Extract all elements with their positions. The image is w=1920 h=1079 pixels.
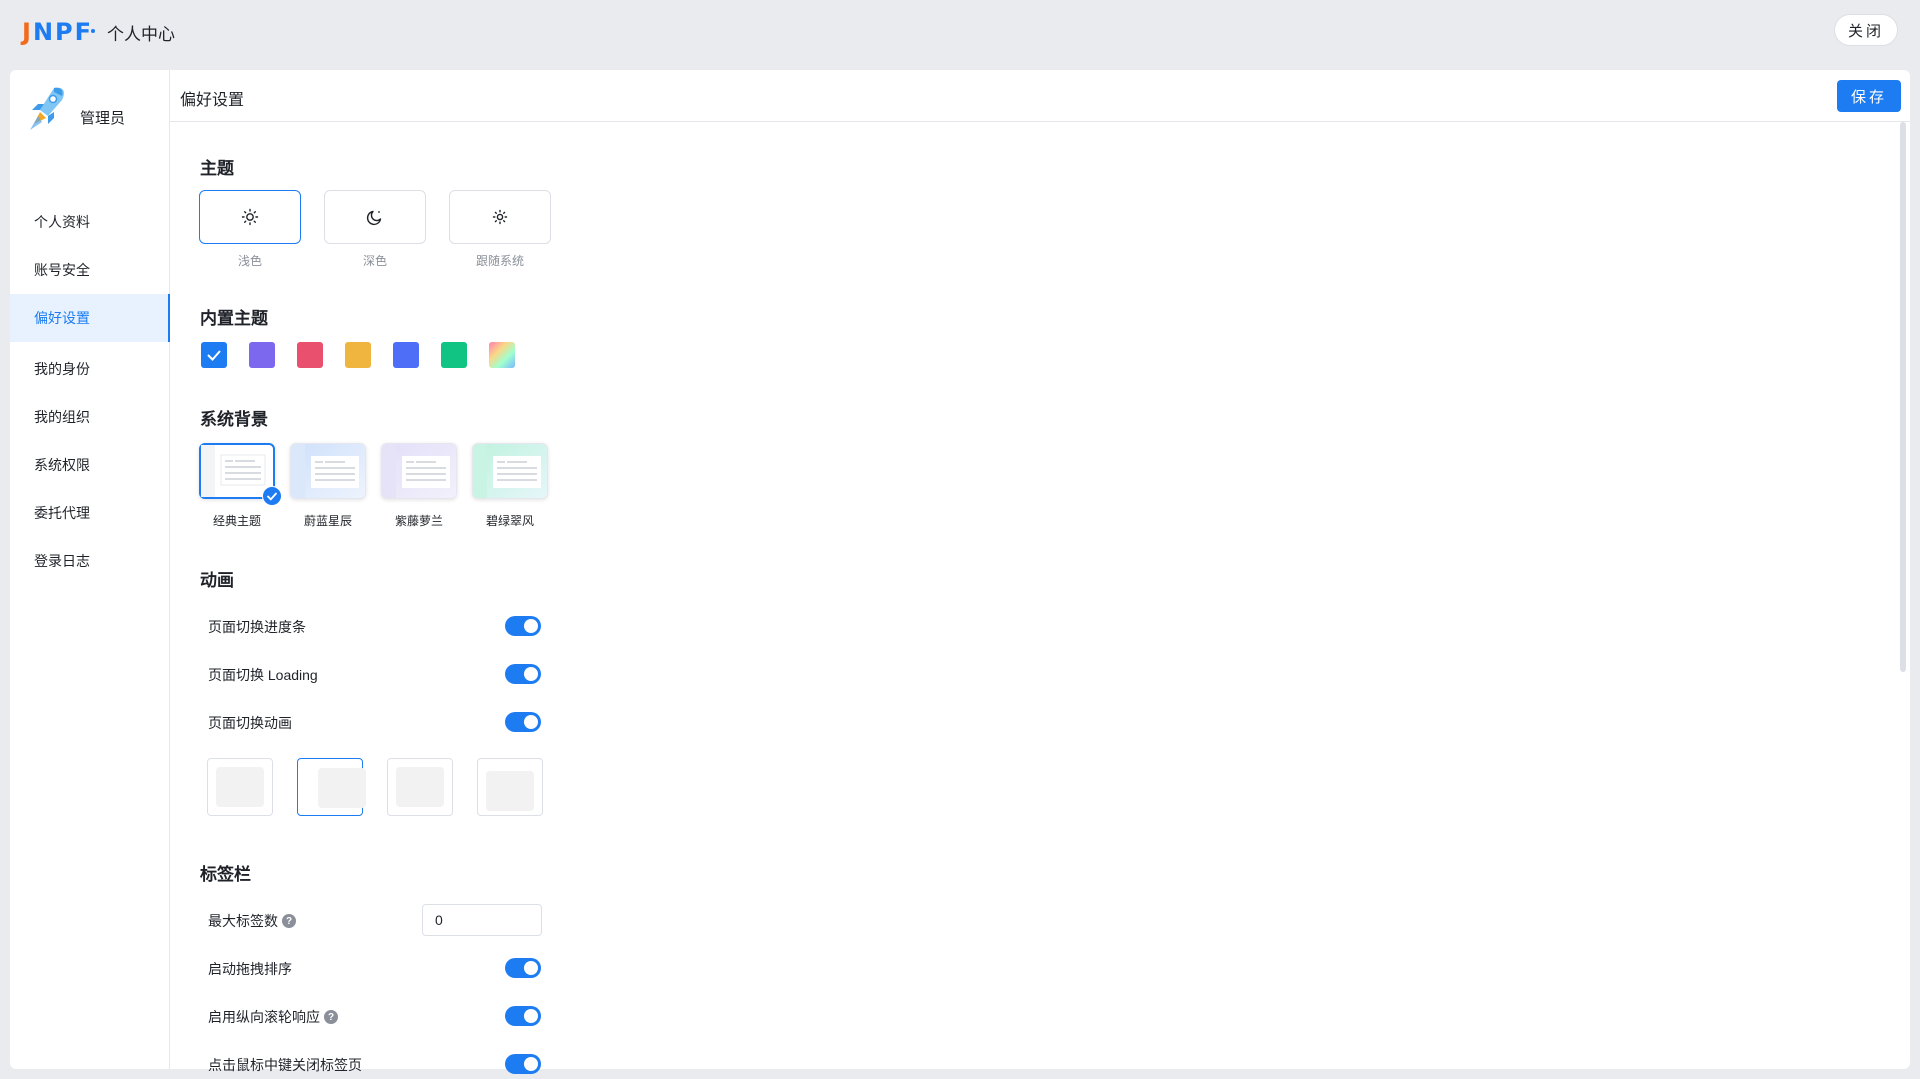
toggle-label-drag-sort: 启动拖拽排序	[208, 961, 292, 977]
sidebar-item-organization[interactable]: 我的组织	[10, 393, 170, 441]
section-title-builtin-theme: 内置主题	[200, 309, 268, 328]
help-icon[interactable]: ?	[324, 1010, 338, 1024]
wisteria-preview-icon	[382, 444, 456, 498]
sidebar-item-delegation[interactable]: 委托代理	[10, 489, 170, 537]
user-name: 管理员	[80, 110, 126, 127]
user-info: 管理员	[24, 82, 125, 138]
toggle-page-animation[interactable]	[505, 712, 541, 732]
azure-preview-icon	[291, 444, 365, 498]
toggle-label-middle-click-close: 点击鼠标中键关闭标签页	[208, 1057, 362, 1073]
separator-dot	[91, 29, 95, 33]
sidebar-item-profile[interactable]: 个人资料	[10, 198, 170, 246]
moon-icon	[366, 210, 382, 226]
emerald-preview-icon	[473, 444, 547, 498]
section-title-animation: 动画	[200, 571, 234, 590]
rocket-avatar-icon	[30, 87, 64, 130]
color-swatch-green[interactable]	[441, 342, 467, 368]
sun-small-icon	[492, 209, 508, 225]
color-swatch-red[interactable]	[297, 342, 323, 368]
max-tabs-label-text: 最大标签数	[208, 913, 278, 929]
max-tabs-label: 最大标签数 ?	[208, 911, 296, 931]
toggle-middle-click-close[interactable]	[505, 1054, 541, 1074]
toggle-progress-bar[interactable]	[505, 616, 541, 636]
color-swatch-indigo[interactable]	[393, 342, 419, 368]
main-panel: 偏好设置 保存 主题 浅色 深色 跟随系统 内置主题 系统背景 经典主题 蔚蓝星…	[170, 70, 1910, 1074]
background-emerald-breeze-label: 碧绿翠风	[485, 514, 534, 528]
toggle-label-loading: 页面切换 Loading	[208, 667, 318, 683]
theme-mode-dark[interactable]	[324, 190, 426, 244]
sidebar-nav: 个人资料 账号安全 偏好设置 我的身份 我的组织 系统权限 委托代理 登录日志	[10, 198, 170, 585]
sidebar-item-login-log[interactable]: 登录日志	[10, 537, 170, 585]
background-azure-stars[interactable]	[290, 443, 366, 499]
sidebar-item-preferences[interactable]: 偏好设置	[10, 294, 170, 342]
top-bar: JNPF 个人中心 关闭	[0, 0, 1920, 60]
section-title-tabbar: 标签栏	[200, 865, 251, 884]
toggle-label-page-animation: 页面切换动画	[208, 715, 292, 731]
background-azure-stars-label: 蔚蓝星辰	[303, 514, 352, 528]
save-button[interactable]: 保存	[1837, 80, 1901, 112]
theme-mode-light-label: 浅色	[237, 254, 262, 268]
theme-mode-dark-label: 深色	[362, 254, 387, 268]
section-title-theme: 主题	[200, 159, 234, 178]
sidebar-item-identity[interactable]: 我的身份	[10, 345, 170, 393]
animation-style-option[interactable]	[477, 758, 543, 816]
background-wisteria[interactable]	[381, 443, 457, 499]
app-logo: JNPF	[22, 18, 94, 46]
page-heading: 个人中心	[107, 25, 175, 44]
sun-icon	[241, 208, 259, 226]
page-title: 偏好设置	[180, 92, 245, 109]
selected-check-icon	[262, 486, 282, 506]
toggle-label-wheel-scroll: 启用纵向滚轮响应 ?	[208, 1007, 338, 1027]
check-icon	[207, 350, 221, 361]
animation-style-option[interactable]	[387, 758, 453, 816]
toggle-wheel-scroll[interactable]	[505, 1006, 541, 1026]
theme-mode-system[interactable]	[449, 190, 551, 244]
theme-mode-system-label: 跟随系统	[475, 254, 524, 268]
close-button[interactable]: 关闭	[1834, 14, 1898, 46]
main-header: 偏好设置 保存	[170, 70, 1910, 122]
help-icon[interactable]: ?	[282, 914, 296, 928]
theme-mode-light[interactable]	[199, 190, 301, 244]
toggle-drag-sort[interactable]	[505, 958, 541, 978]
toggle-label-progress-bar: 页面切换进度条	[208, 619, 306, 635]
color-swatch-blue[interactable]	[201, 342, 227, 368]
background-classic[interactable]	[199, 443, 282, 506]
sidebar-item-security[interactable]: 账号安全	[10, 246, 170, 294]
section-title-background: 系统背景	[200, 410, 268, 429]
background-classic-label: 经典主题	[212, 514, 261, 528]
max-tabs-input[interactable]: 0	[422, 904, 542, 936]
color-swatch-purple[interactable]	[249, 342, 275, 368]
sidebar: 管理员 个人资料 账号安全 偏好设置 我的身份 我的组织 系统权限 委托代理 登…	[10, 70, 170, 1069]
animation-style-option[interactable]	[207, 758, 273, 816]
color-swatch-yellow[interactable]	[345, 342, 371, 368]
animation-style-option[interactable]	[297, 758, 366, 816]
sidebar-item-permissions[interactable]: 系统权限	[10, 441, 170, 489]
vertical-scrollbar[interactable]	[1900, 122, 1906, 672]
background-emerald-breeze[interactable]	[472, 443, 548, 499]
background-wisteria-label: 紫藤萝兰	[394, 514, 443, 528]
toggle-loading[interactable]	[505, 664, 541, 684]
color-swatch-gradient[interactable]	[489, 342, 515, 368]
toggle-label-wheel-scroll-text: 启用纵向滚轮响应	[208, 1009, 320, 1025]
